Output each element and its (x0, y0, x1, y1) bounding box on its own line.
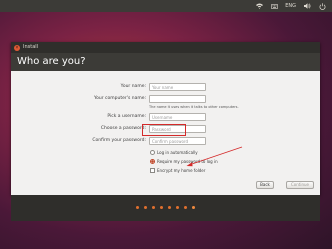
username-input[interactable] (149, 113, 206, 121)
keyboard-icon[interactable] (270, 2, 278, 10)
highlight-box (142, 124, 186, 136)
confirm-password-label: Confirm your password: (92, 138, 146, 143)
progress-dot (176, 206, 179, 209)
network-icon[interactable] (255, 2, 263, 10)
encrypt-home-label: Encrypt my home folder (157, 167, 206, 173)
page-title: Who are you? (17, 56, 86, 67)
close-button[interactable]: × (14, 44, 20, 51)
computer-name-hint: The name it uses when it talks to other … (149, 105, 239, 109)
encrypt-home-option[interactable]: Encrypt my home folder (150, 166, 205, 174)
computer-name-hint-row: The name it uses when it talks to other … (11, 102, 320, 112)
auto-login-option[interactable]: Log in automatically (150, 148, 198, 156)
progress-dot (144, 206, 147, 209)
back-button[interactable]: Back (256, 181, 274, 189)
progress-band (11, 195, 320, 221)
keyboard-layout-indicator[interactable]: ENG (285, 2, 296, 10)
progress-dot (152, 206, 155, 209)
confirm-password-row: Confirm your password: (11, 136, 320, 146)
require-password-radio[interactable] (150, 158, 155, 164)
continue-button[interactable]: Continue (286, 181, 314, 189)
progress-dot (160, 206, 163, 209)
password-label: Choose a password: (100, 126, 146, 131)
volume-icon[interactable] (303, 2, 311, 10)
username-row: Pick a username: (11, 112, 320, 122)
system-tray: ENG (255, 2, 326, 10)
top-panel: ENG (0, 0, 332, 12)
confirm-password-input[interactable] (149, 137, 206, 145)
power-icon[interactable] (318, 2, 326, 10)
page-header: Who are you? (11, 53, 320, 71)
auto-login-label: Log in automatically (157, 149, 198, 155)
name-label: Your name: (120, 84, 146, 89)
progress-dot (136, 206, 139, 209)
installer-window: × Install Who are you? Your name: Your c… (11, 42, 320, 195)
encrypt-home-checkbox[interactable] (150, 167, 155, 173)
username-label: Pick a username: (107, 114, 146, 119)
require-password-label: Require my password to log in (157, 158, 218, 164)
auto-login-radio[interactable] (150, 149, 155, 155)
progress-dot (168, 206, 171, 209)
progress-dot (184, 206, 187, 209)
require-password-option[interactable]: Require my password to log in (150, 157, 218, 165)
progress-dot (192, 206, 195, 209)
name-row: Your name: (11, 82, 320, 92)
title-bar: × Install (11, 42, 320, 53)
name-input[interactable] (149, 83, 206, 91)
progress-dots (11, 206, 320, 209)
window-title: Install (23, 44, 39, 50)
